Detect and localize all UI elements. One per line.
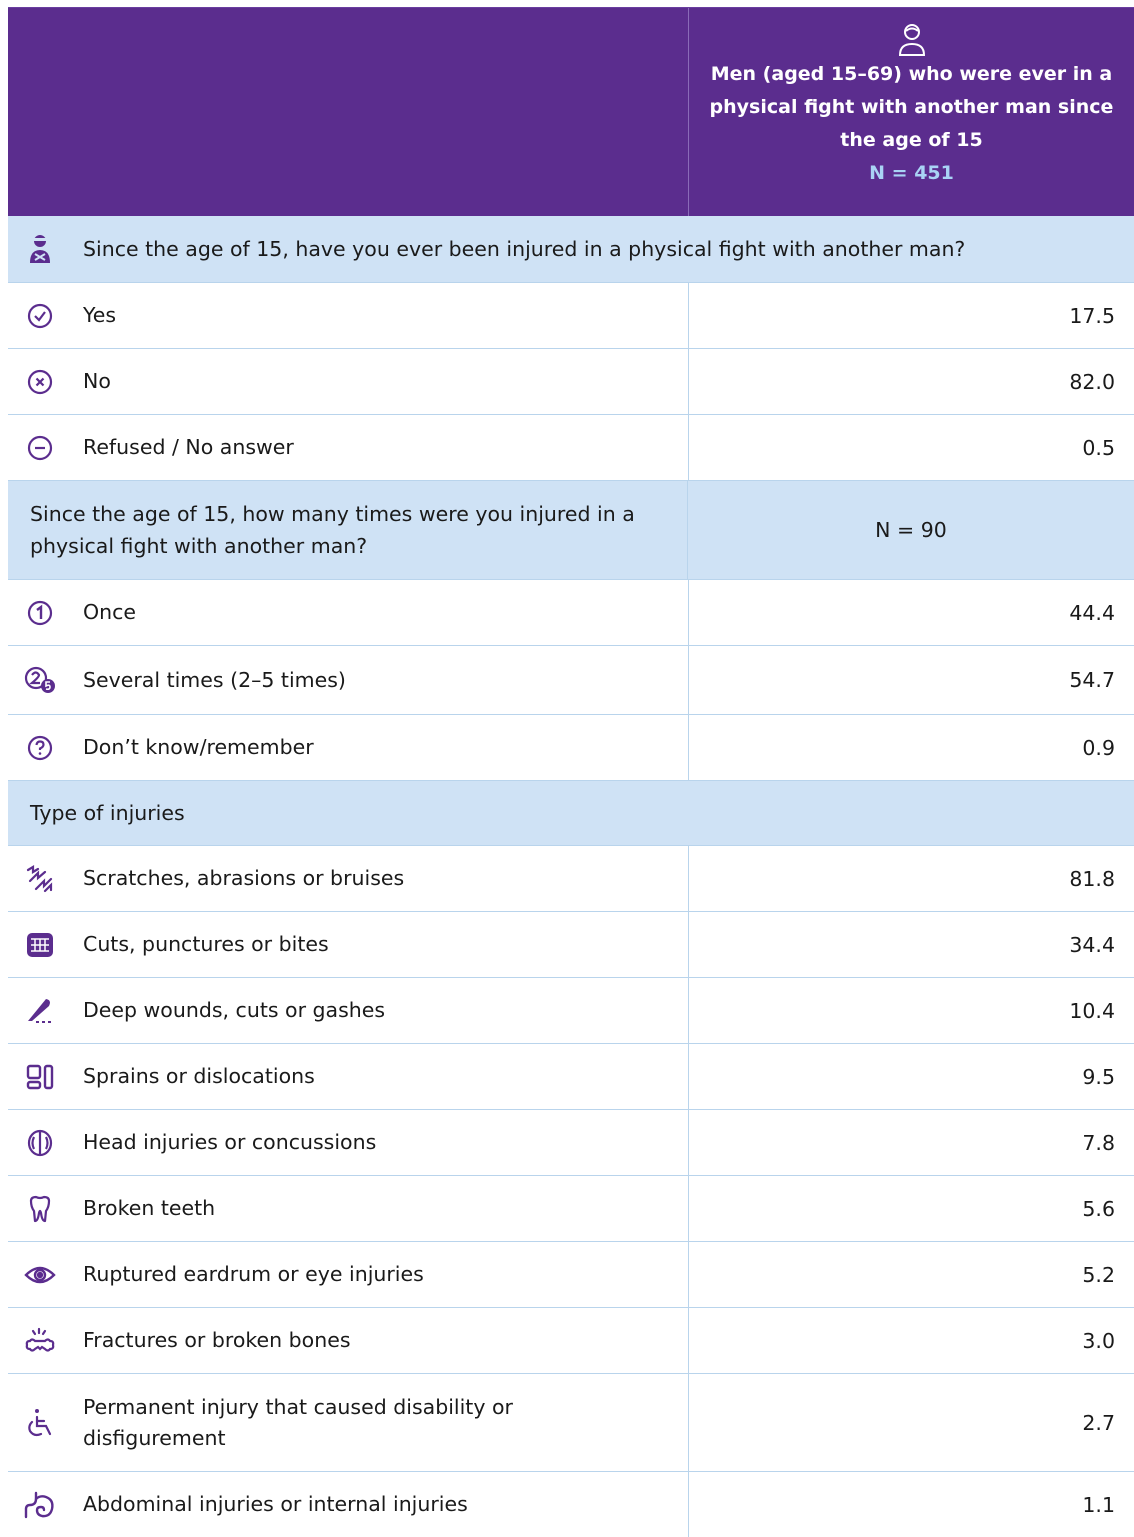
table-row: Sprains or dislocations 9.5 — [8, 1044, 1134, 1110]
table-row: Several times (2–5 times) 54.7 — [8, 646, 1134, 715]
section-question-text: Since the age of 15, have you ever been … — [83, 237, 966, 261]
row-label: Deep wounds, cuts or gashes — [83, 998, 386, 1022]
table-row: Scratches, abrasions or bruises 81.8 — [8, 846, 1134, 912]
section-type-of-injuries: Type of injuries — [8, 781, 1134, 846]
question-circle-icon — [24, 732, 56, 764]
row-label: No — [83, 369, 111, 393]
bite-icon — [24, 929, 56, 961]
brain-icon — [24, 1127, 56, 1159]
row-value: 7.8 — [1082, 1130, 1115, 1155]
table-row: Don’t know/remember 0.9 — [8, 715, 1134, 781]
table-row: Abdominal injuries or internal injuries … — [8, 1472, 1134, 1537]
row-label: Several times (2–5 times) — [83, 667, 346, 692]
row-value: 0.9 — [1082, 735, 1115, 760]
row-value: 17.5 — [1069, 303, 1115, 328]
row-value: 5.6 — [1082, 1196, 1115, 1221]
header-title: Men (aged 15–69) who were ever in a phys… — [709, 63, 1114, 151]
injured-person-icon — [24, 233, 56, 265]
row-value: 34.4 — [1069, 932, 1115, 957]
section-injured-question: Since the age of 15, have you ever been … — [8, 216, 1134, 283]
injury-table: Men (aged 15–69) who were ever in a phys… — [8, 7, 1134, 1537]
row-value: 1.1 — [1082, 1492, 1115, 1517]
check-circle-icon — [24, 300, 56, 332]
section-times-question: Since the age of 15, how many times were… — [8, 481, 1134, 580]
row-value: 5.2 — [1082, 1262, 1115, 1287]
row-label: Cuts, punctures or bites — [83, 932, 329, 956]
wheelchair-icon — [24, 1407, 56, 1439]
header-sample-size: N = 451 — [869, 162, 954, 184]
row-label: Fractures or broken bones — [83, 1328, 351, 1352]
row-label: Abdominal injuries or internal injuries — [83, 1492, 468, 1516]
table-row: Deep wounds, cuts or gashes 10.4 — [8, 978, 1134, 1044]
row-value: 81.8 — [1069, 866, 1115, 891]
row-value: 2.7 — [1082, 1410, 1115, 1435]
person-icon — [895, 22, 929, 58]
minus-circle-icon — [24, 432, 56, 464]
section-sample-size: N = 90 — [875, 518, 947, 542]
table-header: Men (aged 15–69) who were ever in a phys… — [8, 7, 1134, 216]
row-value: 0.5 — [1082, 435, 1115, 460]
table-row: Permanent injury that caused disability … — [8, 1374, 1134, 1472]
row-value: 44.4 — [1069, 600, 1115, 625]
dislocation-icon — [24, 1061, 56, 1093]
tooth-icon — [24, 1193, 56, 1225]
row-label: Yes — [83, 303, 117, 327]
table-row: Cuts, punctures or bites 34.4 — [8, 912, 1134, 978]
table-row: No 82.0 — [8, 349, 1134, 415]
header-column-cell: Men (aged 15–69) who were ever in a phys… — [689, 8, 1134, 216]
table-row: Refused / No answer 0.5 — [8, 415, 1134, 481]
stomach-icon — [24, 1489, 56, 1521]
table-row: Ruptured eardrum or eye injuries 5.2 — [8, 1242, 1134, 1308]
eye-icon — [24, 1259, 56, 1291]
number-one-icon — [24, 597, 56, 629]
row-label: Don’t know/remember — [83, 735, 314, 759]
table-row: Once 44.4 — [8, 580, 1134, 646]
row-value: 54.7 — [1069, 668, 1115, 692]
row-label: Broken teeth — [83, 1196, 216, 1220]
row-value: 3.0 — [1082, 1328, 1115, 1353]
section-question-text: Since the age of 15, how many times were… — [8, 481, 688, 579]
row-value: 82.0 — [1069, 369, 1115, 394]
row-label: Scratches, abrasions or bruises — [83, 866, 405, 890]
row-value: 9.5 — [1082, 1064, 1115, 1089]
row-value: 10.4 — [1069, 998, 1115, 1023]
row-label: Once — [83, 600, 137, 624]
table-row: Fractures or broken bones 3.0 — [8, 1308, 1134, 1374]
x-circle-icon — [24, 366, 56, 398]
row-label: Permanent injury that caused disability … — [83, 1394, 513, 1450]
scalpel-icon — [24, 995, 56, 1027]
row-label: Head injuries or concussions — [83, 1130, 377, 1154]
row-label: Ruptured eardrum or eye injuries — [83, 1262, 424, 1286]
section-title: Type of injuries — [30, 801, 185, 825]
row-label: Refused / No answer — [83, 435, 294, 459]
number-two-five-icon — [24, 664, 56, 696]
table-row: Broken teeth 5.6 — [8, 1176, 1134, 1242]
header-empty-cell — [8, 8, 689, 216]
table-row: Head injuries or concussions 7.8 — [8, 1110, 1134, 1176]
table-row: Yes 17.5 — [8, 283, 1134, 349]
scratches-icon — [24, 863, 56, 895]
broken-bone-icon — [24, 1325, 56, 1357]
row-label: Sprains or dislocations — [83, 1064, 315, 1088]
